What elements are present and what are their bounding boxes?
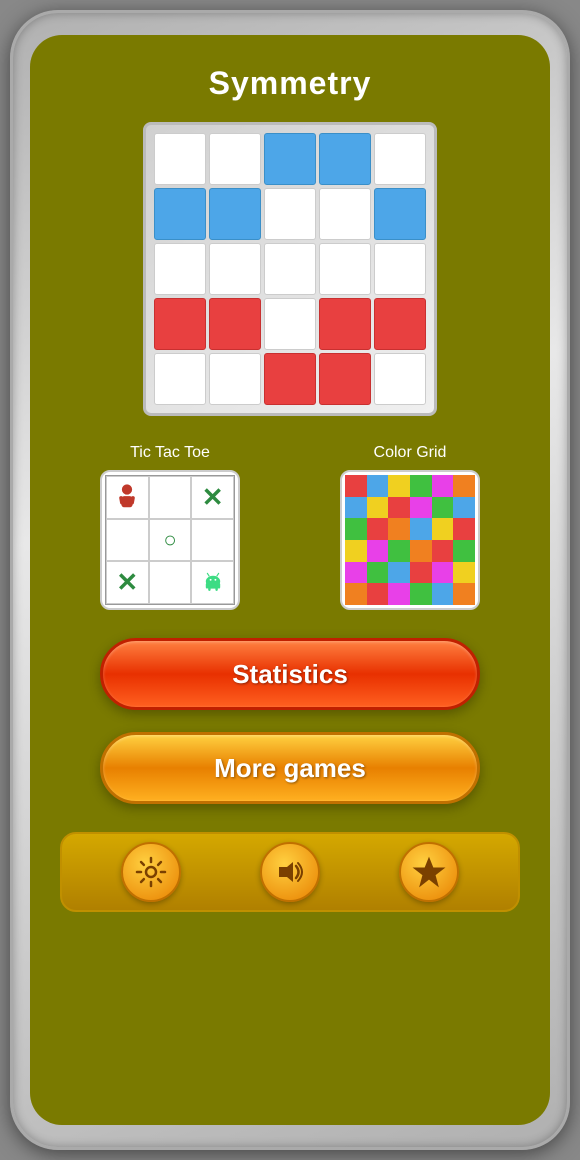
sym-cell-3 <box>319 133 371 185</box>
cg-cell-31 <box>367 583 389 605</box>
ttt-cell-7 <box>149 561 192 604</box>
more-games-button[interactable]: More games <box>100 732 480 804</box>
app-title: Symmetry <box>209 65 372 102</box>
ttt-cell-3 <box>106 519 149 562</box>
cg-cell-19 <box>367 540 389 562</box>
cg-cell-4 <box>432 475 454 497</box>
cg-cell-21 <box>410 540 432 562</box>
sym-cell-13 <box>319 243 371 295</box>
sym-cell-10 <box>154 243 206 295</box>
cg-cell-33 <box>410 583 432 605</box>
ttt-cell-6: ✕ <box>106 561 149 604</box>
ttt-cell-5 <box>191 519 234 562</box>
cg-cell-15 <box>410 518 432 540</box>
sym-cell-24 <box>374 353 426 405</box>
sym-cell-17 <box>264 298 316 350</box>
cg-cell-8 <box>388 497 410 519</box>
ttt-cell-0 <box>106 476 149 519</box>
phone-shell: Symmetry Tic Tac Toe Color Grid <box>10 10 570 1150</box>
ttt-cell-8 <box>191 561 234 604</box>
bottom-toolbar <box>60 832 520 912</box>
cg-cell-22 <box>432 540 454 562</box>
sym-cell-15 <box>154 298 206 350</box>
cg-cell-7 <box>367 497 389 519</box>
ttt-board: ✕ ○ ✕ <box>105 475 235 605</box>
cg-cell-11 <box>453 497 475 519</box>
cg-cell-0 <box>345 475 367 497</box>
cg-cell-30 <box>345 583 367 605</box>
sound-icon <box>273 855 307 889</box>
symmetry-grid-container <box>143 122 437 416</box>
ttt-cell-4: ○ <box>149 519 192 562</box>
star-button[interactable] <box>399 842 459 902</box>
tictactoe-label: Tic Tac Toe <box>90 444 250 462</box>
cg-cell-28 <box>432 562 454 584</box>
cg-cell-20 <box>388 540 410 562</box>
game-labels-row: Tic Tac Toe Color Grid <box>50 444 530 462</box>
sym-cell-7 <box>264 188 316 240</box>
sym-cell-1 <box>209 133 261 185</box>
screen: Symmetry Tic Tac Toe Color Grid <box>30 35 550 1125</box>
symmetry-grid <box>154 133 426 405</box>
ttt-cell-1 <box>149 476 192 519</box>
cg-cell-17 <box>453 518 475 540</box>
cg-cell-14 <box>388 518 410 540</box>
sym-cell-9 <box>374 188 426 240</box>
game-icons-row: ✕ ○ ✕ <box>50 470 530 610</box>
ttt-cell-2: ✕ <box>191 476 234 519</box>
sym-cell-14 <box>374 243 426 295</box>
sym-cell-21 <box>209 353 261 405</box>
sym-cell-0 <box>154 133 206 185</box>
statistics-button[interactable]: Statistics <box>100 638 480 710</box>
cg-cell-24 <box>345 562 367 584</box>
settings-button[interactable] <box>121 842 181 902</box>
sym-cell-8 <box>319 188 371 240</box>
sym-cell-20 <box>154 353 206 405</box>
cg-cell-12 <box>345 518 367 540</box>
cg-cell-10 <box>432 497 454 519</box>
sym-cell-12 <box>264 243 316 295</box>
cg-cell-6 <box>345 497 367 519</box>
sym-cell-16 <box>209 298 261 350</box>
sym-cell-11 <box>209 243 261 295</box>
cg-cell-25 <box>367 562 389 584</box>
sym-cell-6 <box>209 188 261 240</box>
cg-cell-2 <box>388 475 410 497</box>
cg-cell-18 <box>345 540 367 562</box>
settings-icon <box>134 855 168 889</box>
colorgrid-label: Color Grid <box>330 444 490 462</box>
cg-cell-35 <box>453 583 475 605</box>
cg-cell-29 <box>453 562 475 584</box>
sym-cell-22 <box>264 353 316 405</box>
sym-cell-2 <box>264 133 316 185</box>
colorgrid-icon-box[interactable] <box>340 470 480 610</box>
sym-cell-19 <box>374 298 426 350</box>
color-grid <box>345 475 475 605</box>
star-icon <box>412 855 446 889</box>
cg-cell-16 <box>432 518 454 540</box>
sym-cell-23 <box>319 353 371 405</box>
sound-button[interactable] <box>260 842 320 902</box>
cg-cell-13 <box>367 518 389 540</box>
cg-cell-3 <box>410 475 432 497</box>
cg-cell-1 <box>367 475 389 497</box>
cg-cell-9 <box>410 497 432 519</box>
tictactoe-icon-box[interactable]: ✕ ○ ✕ <box>100 470 240 610</box>
cg-cell-23 <box>453 540 475 562</box>
sym-cell-4 <box>374 133 426 185</box>
cg-cell-32 <box>388 583 410 605</box>
sym-cell-18 <box>319 298 371 350</box>
cg-cell-27 <box>410 562 432 584</box>
cg-cell-5 <box>453 475 475 497</box>
sym-cell-5 <box>154 188 206 240</box>
cg-cell-26 <box>388 562 410 584</box>
cg-cell-34 <box>432 583 454 605</box>
